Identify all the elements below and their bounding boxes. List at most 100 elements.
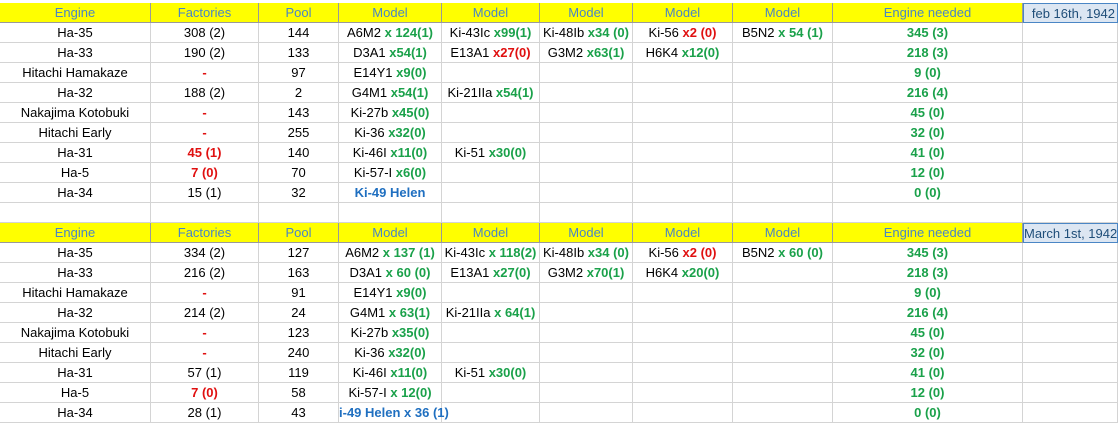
pool-cell[interactable]: 127 [259,243,339,263]
model-2-cell[interactable]: Ki-43Ic x 118(2) [442,243,540,263]
date-cell[interactable] [1023,123,1118,143]
model-1-cell[interactable]: Ki-57-I x6(0) [339,163,442,183]
date-cell[interactable] [1023,383,1118,403]
model-3-cell[interactable] [540,203,633,223]
factories-cell[interactable]: 334 (2) [151,243,259,263]
pool-cell[interactable]: 163 [259,263,339,283]
engine-needed-cell[interactable]: 216 (4) [833,83,1023,103]
engine-cell[interactable] [0,203,151,223]
factories-cell[interactable]: 214 (2) [151,303,259,323]
model-1-header[interactable]: Model [339,3,442,23]
pool-cell[interactable]: 123 [259,323,339,343]
engine-cell[interactable]: Ha-31 [0,363,151,383]
model-1-cell[interactable] [339,203,442,223]
model-1-cell[interactable]: Ki-36 x32(0) [339,123,442,143]
date-cell[interactable] [1023,243,1118,263]
model-3-cell[interactable]: Ki-48Ib x34 (0) [540,23,633,43]
engine-needed-cell[interactable]: 0 (0) [833,183,1023,203]
model-4-cell[interactable] [633,123,733,143]
pool-cell[interactable]: 119 [259,363,339,383]
engine-cell[interactable]: Hitachi Hamakaze [0,283,151,303]
model-1-cell[interactable]: Ki-46I x11(0) [339,143,442,163]
model-5-header[interactable]: Model [733,3,833,23]
model-5-cell[interactable] [733,123,833,143]
model-2-cell[interactable]: Ki-51 x30(0) [442,363,540,383]
engine-cell[interactable]: Nakajima Kotobuki [0,103,151,123]
date-cell[interactable] [1023,163,1118,183]
factories-cell[interactable]: 28 (1) [151,403,259,423]
date-cell[interactable] [1023,203,1118,223]
model-5-cell[interactable]: B5N2 x 54 (1) [733,23,833,43]
factories-cell[interactable]: - [151,283,259,303]
factories-cell[interactable]: - [151,123,259,143]
engine-cell[interactable]: Ha-32 [0,303,151,323]
model-3-cell[interactable] [540,403,633,423]
model-1-cell[interactable]: Ki-46I x11(0) [339,363,442,383]
model-4-cell[interactable] [633,63,733,83]
factories-cell[interactable]: - [151,103,259,123]
model-1-cell[interactable]: Ki-49 Helen [339,183,442,203]
model-2-header[interactable]: Model [442,223,540,243]
model-3-cell[interactable] [540,363,633,383]
model-5-cell[interactable] [733,143,833,163]
date-cell[interactable] [1023,283,1118,303]
model-5-cell[interactable] [733,63,833,83]
engine-cell[interactable]: Ha-32 [0,83,151,103]
model-4-cell[interactable] [633,143,733,163]
engine-cell[interactable]: Hitachi Hamakaze [0,63,151,83]
model-2-cell[interactable] [442,283,540,303]
model-2-cell[interactable]: Ki-21IIa x 64(1) [442,303,540,323]
factories-cell[interactable] [151,203,259,223]
model-2-cell[interactable] [442,403,540,423]
engine-needed-cell[interactable]: 9 (0) [833,63,1023,83]
date-cell[interactable] [1023,83,1118,103]
date-cell[interactable] [1023,263,1118,283]
model-5-cell[interactable] [733,323,833,343]
model-1-cell[interactable]: Ki-36 x32(0) [339,343,442,363]
factories-cell[interactable]: - [151,343,259,363]
pool-cell[interactable]: 144 [259,23,339,43]
model-3-cell[interactable] [540,143,633,163]
date-cell[interactable] [1023,103,1118,123]
model-4-cell[interactable] [633,343,733,363]
pool-cell[interactable]: 70 [259,163,339,183]
model-4-cell[interactable] [633,203,733,223]
model-2-cell[interactable] [442,163,540,183]
model-5-cell[interactable] [733,283,833,303]
model-4-cell[interactable] [633,163,733,183]
engine-needed-cell[interactable]: 216 (4) [833,303,1023,323]
date-cell[interactable] [1023,43,1118,63]
factories-header[interactable]: Factories [151,223,259,243]
model-2-header[interactable]: Model [442,3,540,23]
date-header[interactable]: feb 16th, 1942 [1023,3,1118,23]
model-3-cell[interactable] [540,163,633,183]
date-cell[interactable] [1023,403,1118,423]
engine-cell[interactable]: Hitachi Early [0,123,151,143]
model-3-cell[interactable] [540,383,633,403]
engine-needed-cell[interactable]: 32 (0) [833,343,1023,363]
engine-cell[interactable]: Nakajima Kotobuki [0,323,151,343]
pool-cell[interactable] [259,203,339,223]
model-3-cell[interactable] [540,343,633,363]
engine-needed-cell[interactable]: 9 (0) [833,283,1023,303]
engine-cell[interactable]: Ha-31 [0,143,151,163]
date-cell[interactable] [1023,303,1118,323]
pool-cell[interactable]: 24 [259,303,339,323]
model-1-header[interactable]: Model [339,223,442,243]
model-2-cell[interactable] [442,323,540,343]
model-5-cell[interactable] [733,163,833,183]
model-1-cell[interactable]: E14Y1 x9(0) [339,283,442,303]
model-5-cell[interactable] [733,343,833,363]
engine-needed-cell[interactable]: 218 (3) [833,43,1023,63]
model-3-cell[interactable] [540,83,633,103]
engine-cell[interactable]: Ha-33 [0,43,151,63]
engine-cell[interactable]: Ha-5 [0,163,151,183]
engine-cell[interactable]: Hitachi Early [0,343,151,363]
engine-cell[interactable]: Ha-34 [0,403,151,423]
pool-cell[interactable]: 240 [259,343,339,363]
model-1-cell[interactable]: Ki-27b x35(0) [339,323,442,343]
model-1-cell[interactable]: E14Y1 x9(0) [339,63,442,83]
date-cell[interactable] [1023,143,1118,163]
model-3-cell[interactable]: G3M2 x70(1) [540,263,633,283]
engine-needed-header[interactable]: Engine needed [833,3,1023,23]
